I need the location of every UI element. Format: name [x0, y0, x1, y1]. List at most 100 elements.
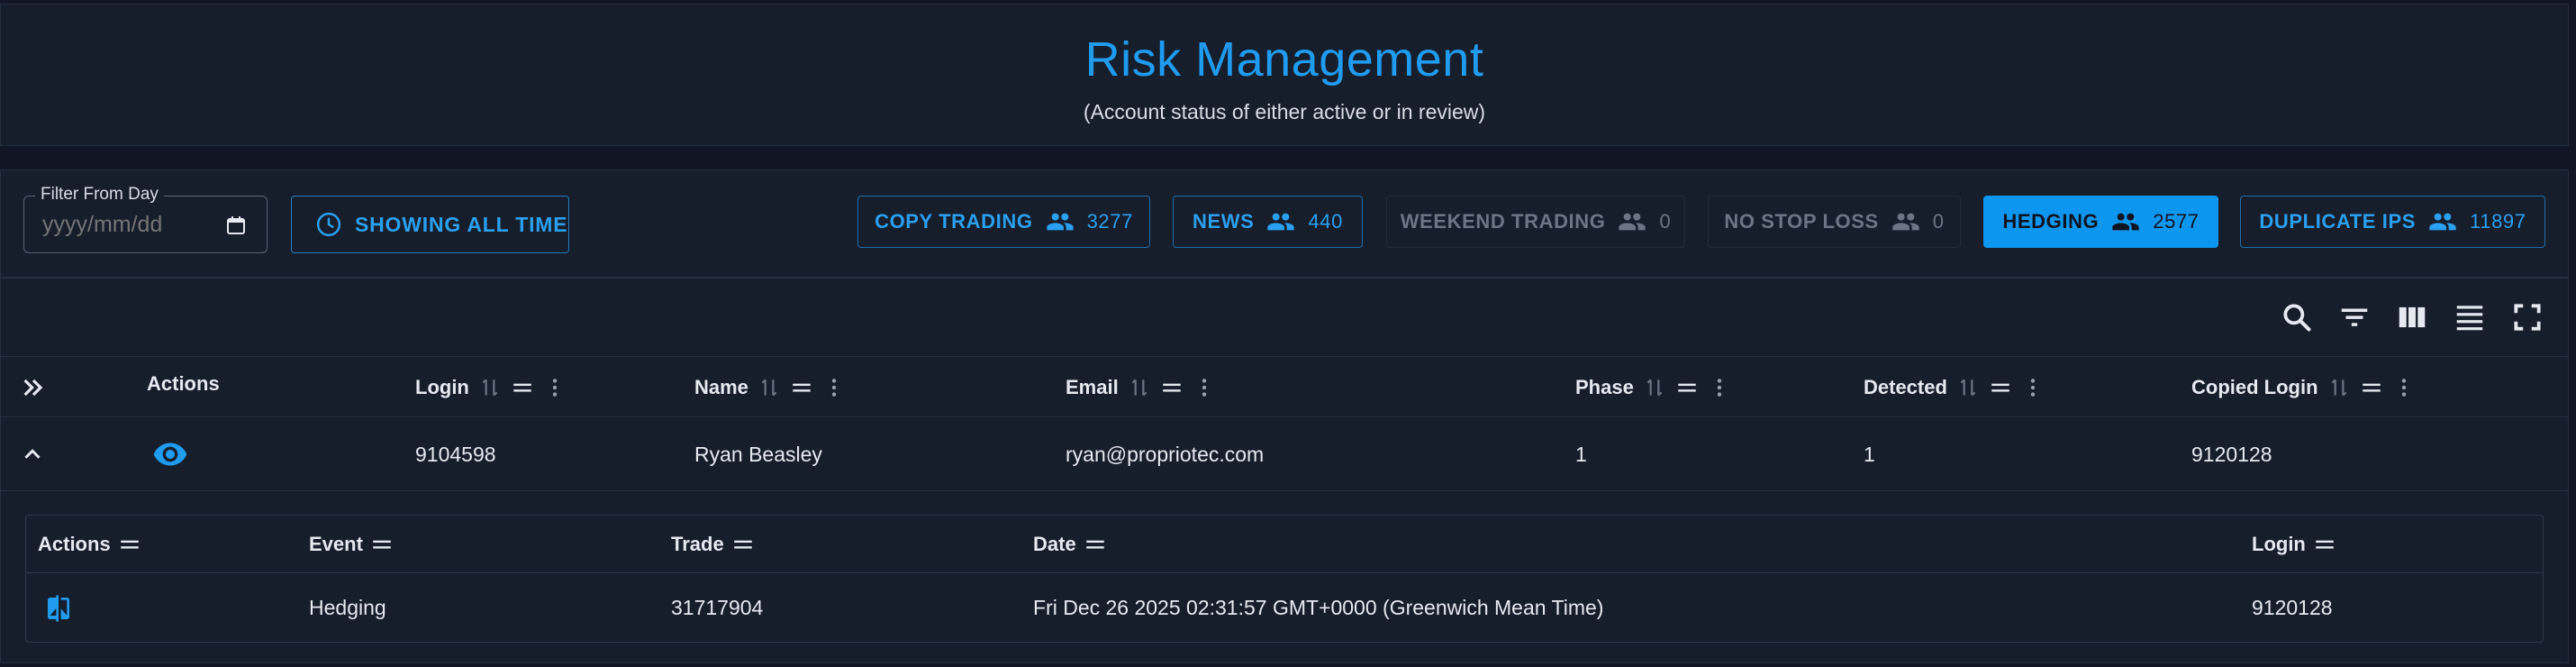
chip-count: 2577 [2153, 210, 2200, 233]
chip-count: 0 [1932, 210, 1945, 233]
sort-icon[interactable] [2327, 376, 2351, 399]
view-details-button[interactable] [152, 417, 188, 491]
people-icon [1892, 213, 1919, 231]
subtable-header: Actions Event Trade Date Login [26, 516, 2543, 573]
no-stop-loss-chip[interactable]: NO STOP LOSS 0 [1708, 196, 1961, 248]
chip-label: WEEKEND TRADING [1400, 210, 1606, 233]
page-subtitle: (Account status of either active or in r… [1083, 100, 1486, 123]
chip-count: 0 [1659, 210, 1672, 233]
column-label: Name [694, 376, 748, 398]
eye-icon [153, 443, 187, 466]
column-menu-icon[interactable] [1708, 376, 1731, 399]
chevron-up-icon [24, 449, 41, 459]
column-label: Phase [1575, 376, 1634, 398]
drag-handle-icon[interactable] [1160, 376, 1184, 399]
duplicate-ips-chip[interactable]: DUPLICATE IPS 11897 [2240, 196, 2545, 248]
expand-all-button[interactable] [19, 357, 48, 418]
calendar-icon[interactable] [225, 215, 247, 236]
clock-icon [316, 212, 341, 237]
column-label: Detected [1864, 376, 1947, 398]
density-icon[interactable] [2453, 300, 2487, 334]
compare-icon [48, 594, 69, 622]
collapse-row-button[interactable] [19, 417, 46, 491]
fullscreen-icon[interactable] [2510, 300, 2544, 334]
cell-email: ryan@propriotec.com [1066, 442, 1265, 466]
cell-login: 9104598 [415, 442, 496, 466]
table-header: Actions Login Name Email Phase Detected … [1, 356, 2568, 417]
column-header-name[interactable]: Name [694, 357, 846, 418]
chip-label: NO STOP LOSS [1724, 210, 1879, 233]
date-filter-input[interactable] [42, 211, 222, 238]
news-chip[interactable]: NEWS 440 [1173, 196, 1363, 248]
chip-label: COPY TRADING [875, 210, 1033, 233]
date-filter-label: Filter From Day [35, 185, 164, 205]
hedging-chip[interactable]: HEDGING 2577 [1983, 196, 2218, 248]
column-menu-icon[interactable] [1193, 376, 1216, 399]
people-icon [2429, 213, 2456, 231]
column-header-actions: Actions [147, 353, 220, 415]
filter-icon[interactable] [2337, 300, 2372, 334]
double-chevron-right-icon [23, 379, 43, 397]
columns-icon[interactable] [2395, 300, 2429, 334]
column-label: Date [1033, 533, 1076, 555]
sub-column-header-actions[interactable]: Actions [38, 516, 141, 573]
drag-handle-icon[interactable] [1675, 376, 1699, 399]
sort-icon[interactable] [757, 376, 781, 399]
drag-handle-icon[interactable] [1084, 533, 1107, 556]
column-label: Actions [38, 533, 111, 555]
column-menu-icon[interactable] [2392, 376, 2416, 399]
column-header-login[interactable]: Login [415, 357, 567, 418]
column-menu-icon[interactable] [822, 376, 846, 399]
people-icon [1267, 213, 1295, 231]
chip-label: HEDGING [2002, 210, 2100, 233]
chip-label: DUPLICATE IPS [2259, 210, 2417, 233]
column-label: Event [309, 533, 363, 555]
filter-bar: Filter From Day SHOWING ALL TIME COPY TR… [0, 169, 2569, 278]
column-label: Actions [147, 372, 220, 395]
copy-trading-chip[interactable]: COPY TRADING 3277 [857, 196, 1150, 248]
compare-trade-button[interactable] [44, 573, 73, 643]
column-header-copied-login[interactable]: Copied Login [2191, 357, 2416, 418]
drag-handle-icon[interactable] [731, 533, 755, 556]
column-menu-icon[interactable] [543, 376, 567, 399]
showing-all-time-button[interactable]: SHOWING ALL TIME [291, 196, 569, 253]
people-icon [1046, 213, 1074, 231]
showing-all-time-label: SHOWING ALL TIME [355, 212, 568, 236]
sort-icon[interactable] [1128, 376, 1151, 399]
sort-icon[interactable] [478, 376, 502, 399]
sub-column-header-login[interactable]: Login [2252, 516, 2336, 573]
search-icon[interactable] [2280, 300, 2314, 334]
sub-column-header-trade[interactable]: Trade [671, 516, 755, 573]
date-filter-field[interactable]: Filter From Day [23, 185, 268, 253]
drag-handle-icon[interactable] [2313, 533, 2336, 556]
cell-copied-login: 9120128 [2191, 442, 2272, 466]
header-panel: Risk Management (Account status of eithe… [0, 4, 2569, 146]
sort-icon[interactable] [1643, 376, 1666, 399]
column-label: Trade [671, 533, 724, 555]
cell-sub-login: 9120128 [2252, 596, 2333, 619]
chip-count: 440 [1308, 210, 1343, 233]
column-menu-icon[interactable] [2021, 376, 2045, 399]
chip-label: NEWS [1193, 210, 1255, 233]
column-label: Login [415, 376, 469, 398]
chip-count: 3277 [1086, 210, 1133, 233]
cell-date: Fri Dec 26 2025 02:31:57 GMT+0000 (Green… [1033, 596, 1604, 619]
column-label: Login [2252, 533, 2306, 555]
sort-icon[interactable] [1956, 376, 1980, 399]
weekend-trading-chip[interactable]: WEEKEND TRADING 0 [1386, 196, 1685, 248]
cell-detected: 1 [1864, 442, 1875, 466]
column-header-email[interactable]: Email [1066, 357, 1216, 418]
column-header-detected[interactable]: Detected [1864, 357, 2045, 418]
column-label: Email [1066, 376, 1119, 398]
drag-handle-icon[interactable] [1989, 376, 2012, 399]
drag-handle-icon[interactable] [2360, 376, 2383, 399]
drag-handle-icon[interactable] [511, 376, 534, 399]
drag-handle-icon[interactable] [790, 376, 813, 399]
page-title: Risk Management [1084, 32, 1484, 87]
people-icon [2112, 213, 2139, 231]
drag-handle-icon[interactable] [370, 533, 394, 556]
sub-column-header-date[interactable]: Date [1033, 516, 1107, 573]
column-header-phase[interactable]: Phase [1575, 357, 1731, 418]
drag-handle-icon[interactable] [118, 533, 141, 556]
sub-column-header-event[interactable]: Event [309, 516, 394, 573]
